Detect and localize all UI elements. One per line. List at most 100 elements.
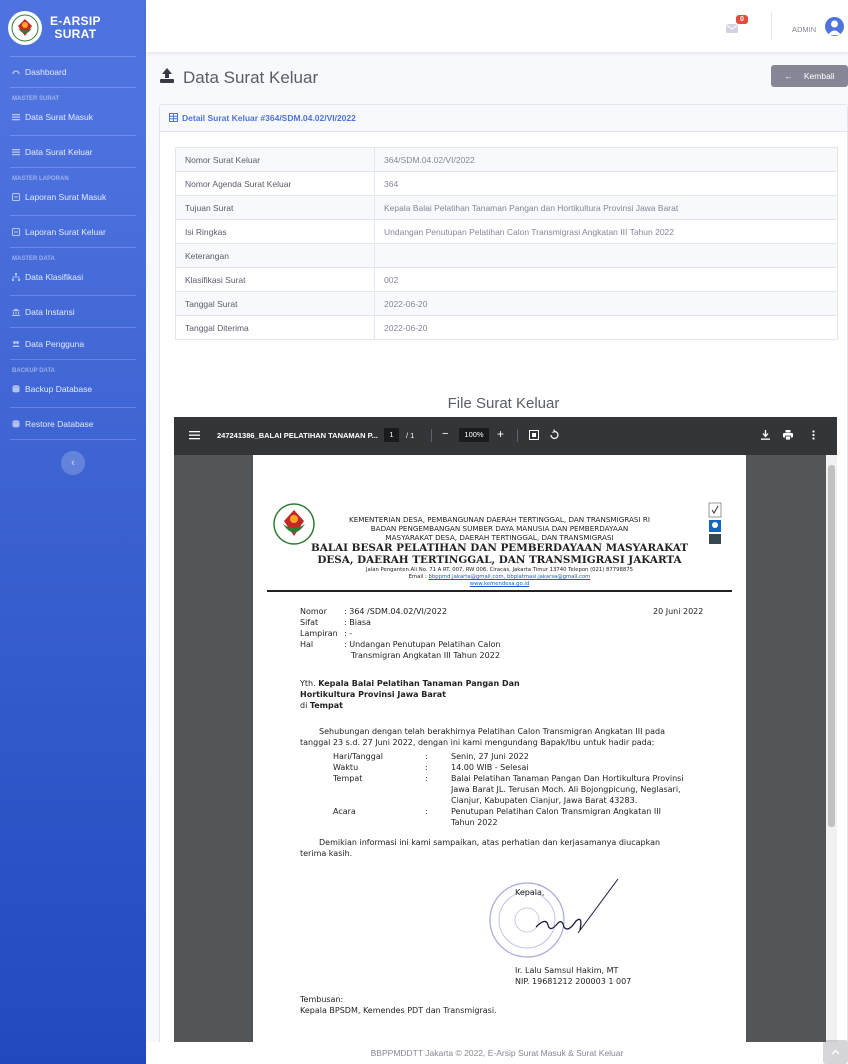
tempat-line2: Jawa Barat JL. Terusan Moch. Ali Bojongp… — [451, 785, 681, 794]
sidebar-item-data-pengguna[interactable]: Data Pengguna — [0, 328, 146, 359]
detail-row: Keterangan — [175, 243, 838, 268]
sidebar-brand[interactable]: E-ARSIP SURAT — [0, 0, 146, 56]
hari-value: Senin, 27 Juni 2022 — [451, 752, 529, 761]
acara-line2: Tahun 2022 — [451, 818, 498, 827]
rotate-icon[interactable] — [549, 429, 560, 442]
sidebar-item-data-klasifikasi[interactable]: Data Klasifikasi — [0, 266, 146, 288]
letter-agency-line2: MASYARAKAT DESA, DAERAH TERTINGGAL, DAN … — [385, 533, 614, 542]
sidebar-item-data-surat-keluar[interactable]: Data Surat Keluar — [0, 136, 146, 167]
topbar: 0 ADMIN — [146, 0, 848, 52]
detail-table: Nomor Surat Keluar 364/SDM.04.02/VI/2022 N… — [175, 147, 838, 340]
page-title-text: Data Surat Keluar — [183, 68, 319, 87]
tempat-line1: Balai Pelatihan Tanaman Pangan Dan Horti… — [451, 774, 684, 783]
letter-email-label: Email : — [408, 574, 427, 580]
user-avatar-icon[interactable] — [825, 17, 844, 36]
sidebar-item-restore-database[interactable]: Restore Database — [0, 408, 146, 439]
pdf-viewer[interactable]: 247241386_BALAI PELATIHAN TANAMAN P... 1… — [174, 417, 837, 1057]
footer: BBPPMDDTT Jakarta © 2022, E-Arsip Surat … — [146, 1042, 848, 1064]
list-icon — [12, 148, 20, 156]
letter-ministry: KEMENTERIAN DESA, PEMBANGUNAN DAERAH TER… — [349, 515, 650, 524]
letter-email[interactable]: bbppmd.jakarta@gmail.com, bbplatmasi.jak… — [429, 574, 591, 580]
brand-title: E-ARSIP SURAT — [50, 14, 101, 41]
sidebar-heading: MASTER SURAT — [12, 96, 60, 102]
detail-value — [374, 243, 838, 268]
scroll-to-top-button[interactable] — [823, 1040, 848, 1064]
letter-email-line: Email : bbppmd.jakarta@gmail.com, bbplat… — [253, 574, 746, 580]
page-title: Data Surat Keluar — [159, 68, 318, 88]
detail-label: Tujuan Surat — [175, 195, 375, 220]
building-icon — [12, 308, 20, 316]
acara-label: Acara — [333, 807, 356, 816]
menu-icon[interactable] — [189, 430, 200, 442]
card-header: Detail Surat Keluar #364/SDM.04.02/VI/20… — [160, 105, 847, 132]
toolbar-divider — [431, 429, 432, 442]
zoom-in-icon[interactable]: + — [497, 427, 504, 441]
addressee-place: di Tempat — [300, 701, 343, 712]
handwritten-signature — [528, 875, 628, 949]
letter-agency-line1: BADAN PENGEMBANGAN SUMBER DAYA MANUSIA D… — [370, 524, 629, 533]
download-icon[interactable] — [761, 430, 770, 442]
tempat-line3: Cianjur, Kabupaten Cianjur, Jawa Barat 4… — [451, 796, 638, 805]
sidebar-item-data-instansi[interactable]: Data Instansi — [0, 296, 146, 327]
gauge-icon — [12, 68, 20, 76]
sidebar-divider — [10, 359, 136, 360]
sidebar-divider — [10, 87, 136, 88]
pdf-scrollbar-thumb[interactable] — [828, 465, 835, 827]
addressee-di: di — [300, 701, 310, 710]
sidebar-item-label: Data Surat Keluar — [25, 146, 93, 157]
zoom-input[interactable]: 100% — [459, 428, 489, 442]
notification-badge: 0 — [736, 15, 748, 24]
letter-balai-line1: BALAI BESAR PELATIHAN DAN PEMBERDAYAAN M… — [310, 542, 689, 554]
detail-label: Nomor Agenda Surat Keluar — [175, 171, 375, 196]
user-name[interactable]: ADMIN — [792, 25, 816, 34]
print-icon[interactable] — [783, 430, 793, 442]
detail-value: Kepala Balai Pelatihan Tanaman Pangan da… — [374, 195, 838, 220]
arrow-left-icon: ← — [784, 71, 793, 81]
hari-label: Hari/Tanggal — [333, 752, 383, 761]
sidebar-item-label: Laporan Surat Masuk — [25, 192, 107, 202]
pdf-toolbar: 247241386_BALAI PELATIHAN TANAMAN P... 1… — [174, 417, 837, 455]
detail-value: 002 — [374, 267, 838, 292]
detail-row: Tujuan Surat Kepala Balai Pelatihan Tanam… — [175, 195, 838, 220]
sidebar-item-data-surat-masuk[interactable]: Data Surat Masuk — [0, 106, 146, 128]
sidebar-item-dashboard[interactable]: Dashboard — [0, 57, 146, 87]
page-count: / 1 — [406, 431, 415, 440]
waktu-value: 14.00 WIB - Selesai — [451, 763, 529, 772]
nomor-label: Nomor — [300, 607, 327, 616]
sidebar-item-label: Data Surat Masuk — [25, 112, 94, 122]
sidebar-item-label: Dashboard — [25, 67, 67, 77]
detail-value: Undangan Penutupan Pelatihan Calon Trans… — [374, 219, 838, 244]
body-line1: Sehubungan dengan telah berakhirnya Pela… — [319, 727, 665, 736]
tembusan-recipient: Kepala BPSDM, Kemendes PDT dan Transmigr… — [300, 1006, 497, 1015]
signer-name: Ir. Lalu Samsul Hakim, MT — [515, 966, 619, 975]
sidebar-heading: MASTER DATA — [12, 256, 55, 262]
detail-label: Keterangan — [175, 243, 375, 268]
detail-value: 364 — [374, 171, 838, 196]
page-number-input[interactable]: 1 — [384, 428, 399, 442]
back-button[interactable]: ← Kembali — [771, 65, 848, 87]
sidebar-item-backup-database[interactable]: Backup Database — [0, 378, 146, 400]
closing-line1: Demikian informasi ini kami sampaikan, a… — [319, 838, 661, 847]
letter-date: 20 Juni 2022 — [653, 607, 704, 616]
detail-card: Detail Surat Keluar #364/SDM.04.02/VI/20… — [159, 104, 848, 1064]
hari-colon: : — [425, 752, 428, 761]
zoom-out-icon[interactable]: − — [442, 428, 448, 440]
acara-colon: : — [425, 807, 428, 816]
detail-row: Klasifikasi Surat 002 — [175, 267, 838, 292]
sidebar-item-label: Restore Database — [25, 418, 94, 429]
sidebar-item-laporan-surat-keluar[interactable]: Laporan Surat Keluar — [0, 216, 146, 247]
pdf-page: KEMENTERIAN DESA, PEMBANGUNAN DAERAH TER… — [253, 455, 746, 1057]
detail-value: 2022-06-20 — [374, 315, 838, 340]
sidebar-toggle-button[interactable]: ‹ — [61, 451, 85, 475]
more-options-icon[interactable] — [812, 430, 815, 442]
letter-balai-line2: DESA, DAERAH TERTINGGAL, DAN TRANSMIGRAS… — [317, 554, 682, 566]
waktu-label: Waktu — [333, 763, 359, 772]
letter-website[interactable]: www.kemendesa.go.id — [253, 581, 746, 587]
topbar-divider — [771, 12, 772, 40]
kemendes-logo — [8, 11, 42, 45]
detail-row: Tanggal Surat 2022-06-20 — [175, 291, 838, 316]
addressee-name: Kepala Balai Pelatihan Tanaman Pangan Da… — [318, 679, 520, 688]
sidebar-item-laporan-surat-masuk[interactable]: Laporan Surat Masuk — [0, 186, 146, 208]
fit-page-icon[interactable] — [529, 430, 539, 442]
detail-label: Tanggal Surat — [175, 291, 375, 316]
